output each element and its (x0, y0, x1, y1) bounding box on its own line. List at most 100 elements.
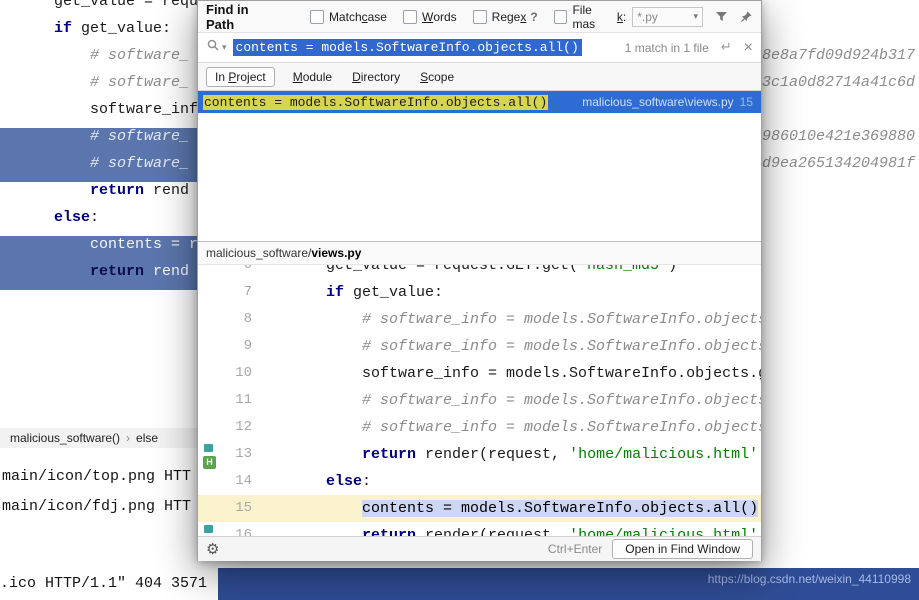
checkbox[interactable] (310, 10, 324, 24)
line-number: 9 (198, 333, 266, 360)
scope-mnemonic: S (420, 70, 428, 84)
option-mnemonic: W (422, 10, 433, 24)
dialog-header: Find in Path Match case Words Regex? File m… (198, 1, 761, 33)
dialog-title: Find in Path (206, 2, 280, 32)
preview-file-header: malicious_software/views.py (198, 241, 761, 265)
code-token (290, 500, 362, 517)
preview-code-line[interactable]: 9 # software_info = models.SoftwareInfo.… (198, 333, 761, 360)
code-line-text: # software_info = models.SoftwareInfo.ob… (266, 414, 761, 441)
code-token: return (362, 446, 416, 463)
help-icon[interactable]: ? (530, 10, 537, 24)
code-token: : (90, 209, 99, 226)
checkbox[interactable] (473, 10, 487, 24)
search-field[interactable]: ▾ contents = models.SoftwareInfo.objects… (198, 33, 761, 63)
code-token: rend (144, 182, 189, 199)
option-regex[interactable]: Regex? (473, 10, 538, 24)
preview-code-line[interactable]: 12 # software_info = models.SoftwareInfo… (198, 414, 761, 441)
find-in-path-dialog: Find in Path Match case Words Regex? File m… (197, 0, 762, 561)
checkbox[interactable] (403, 10, 417, 24)
file-mask-dropdown[interactable]: *.py ▾ (632, 7, 703, 27)
code-token: # software_ (18, 74, 189, 91)
editor-line-fragment: 3c1a0d82714a41c6d (762, 74, 919, 101)
option-label-part: ase (368, 10, 387, 24)
code-token: get_value: (72, 20, 171, 37)
shortcut-hint: Ctrl+Enter (548, 542, 602, 556)
code-token: get_value = request.GET.get( (290, 265, 578, 274)
code-token: # software_info = models.SoftwareInfo.ob… (290, 392, 761, 409)
preview-code-line[interactable]: 8 # software_info = models.SoftwareInfo.… (198, 306, 761, 333)
preview-code-line[interactable]: 16 return render(request, 'home/maliciou… (198, 522, 761, 536)
preview-code-line[interactable]: 14 else: (198, 468, 761, 495)
code-token: if (326, 284, 344, 301)
option-mnemonic: x (520, 10, 526, 24)
dialog-footer: ⚙ Ctrl+Enter Open in Find Window (198, 536, 761, 561)
search-result-row[interactable]: contents = models.SoftwareInfo.objects.a… (198, 91, 761, 113)
preview-code-line[interactable]: H13 return render(request, 'home/malicio… (198, 441, 761, 468)
code-token: # software_info = models.SoftwareInfo.ob… (290, 311, 761, 328)
scope-tab-scope[interactable]: Scope (418, 68, 456, 86)
code-line-text: return render(request, 'home/malicious.h… (266, 441, 761, 468)
code-token: if (54, 20, 72, 37)
search-icon[interactable] (206, 38, 220, 57)
code-line-text: # software_info = models.SoftwareInfo.ob… (266, 387, 761, 414)
breadcrumb-item[interactable]: malicious_software() (10, 431, 120, 445)
option-match-case[interactable]: Match case (310, 10, 387, 24)
code-line-text: # software_info = models.SoftwareInfo.ob… (266, 306, 761, 333)
code-token (290, 527, 362, 536)
option-words[interactable]: Words (403, 10, 457, 24)
code-token: get_value = requ (18, 0, 198, 10)
preview-file-name: views.py (311, 246, 361, 260)
code-token: 'home/malicious.html' (569, 527, 758, 536)
scope-tab-module[interactable]: Module (291, 68, 334, 86)
code-token (18, 209, 54, 226)
breadcrumb-item[interactable]: else (136, 431, 158, 445)
preview-code-line[interactable]: 7 if get_value: (198, 279, 761, 306)
preview-file-prefix: malicious_software/ (206, 246, 311, 260)
code-token (18, 263, 90, 280)
scope-tab-in-project[interactable]: In Project (206, 67, 275, 87)
chevron-down-icon: ▾ (693, 12, 698, 22)
preview-code-line[interactable]: 11 # software_info = models.SoftwareInfo… (198, 387, 761, 414)
gutter-change-marker-icon (204, 525, 213, 533)
close-icon[interactable]: × (744, 40, 753, 56)
code-token (18, 182, 90, 199)
preview-code-line[interactable]: 10 software_info = models.SoftwareInfo.o… (198, 360, 761, 387)
code-token (290, 473, 326, 490)
match-count-label: 1 match in 1 file (625, 41, 709, 55)
search-history-caret-icon[interactable]: ▾ (222, 43, 227, 53)
code-line-text: return render(request, 'home/malicious.h… (266, 522, 761, 536)
checkbox[interactable] (554, 10, 568, 24)
search-input[interactable]: contents = models.SoftwareInfo.objects.a… (233, 39, 582, 56)
code-token: 'home/malicious.html' (569, 446, 758, 463)
pin-icon[interactable] (740, 10, 753, 23)
code-token: get_value: (344, 284, 443, 301)
code-token: contents = r (18, 236, 198, 253)
code-token: # software_ (18, 155, 189, 172)
option-label-part: Rege (492, 10, 521, 24)
option-label-part: ords (433, 10, 456, 24)
option-label-part: File mas (572, 3, 616, 31)
scope-tab-directory[interactable]: Directory (350, 68, 402, 86)
option-label-part: Match (329, 10, 362, 24)
file-mask-value: *.py (637, 10, 658, 24)
option-file-mask[interactable]: File mask:*.py▾ (554, 3, 703, 31)
preview-code-line[interactable]: 6 get_value = request.GET.get('hash_md5'… (198, 265, 761, 279)
newline-icon[interactable]: ↵ (721, 40, 732, 55)
chevron-right-icon: › (126, 431, 130, 445)
code-token: else (54, 209, 90, 226)
line-number: 12 (198, 414, 266, 441)
filter-icon[interactable] (715, 10, 728, 23)
preview-code-line[interactable]: 15 contents = models.SoftwareInfo.object… (198, 495, 761, 522)
line-number: 10 (198, 360, 266, 387)
scope-label-part: odule (303, 70, 332, 84)
result-file-path: malicious_software\views.py (582, 95, 733, 109)
scope-mnemonic: M (293, 70, 303, 84)
line-number: 15 (198, 495, 266, 522)
code-line-text: if get_value: (266, 279, 761, 306)
code-line-text: software_info = models.SoftwareInfo.obje… (266, 360, 761, 387)
gear-icon[interactable]: ⚙ (206, 540, 219, 558)
code-token: return (90, 263, 144, 280)
open-in-find-window-button[interactable]: Open in Find Window (612, 539, 753, 559)
breadcrumb: malicious_software() › else (0, 428, 207, 448)
code-token: else (326, 473, 362, 490)
